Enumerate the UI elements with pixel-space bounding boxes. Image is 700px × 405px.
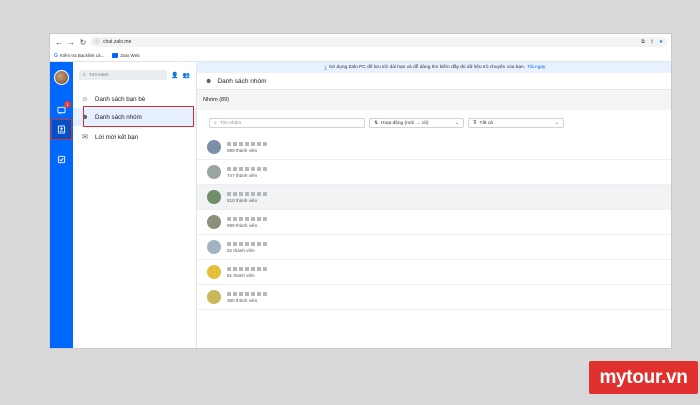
panel-search-row: ⌕ 👤 👥 bbox=[79, 70, 191, 80]
group-search-field[interactable]: ⌕ Tìm nhóm bbox=[209, 118, 365, 128]
table-row[interactable]: 81 thành viên bbox=[197, 260, 671, 285]
type-filter-dropdown[interactable]: ⊽ Tất cả ⌄ bbox=[468, 118, 564, 128]
blurred-group-name bbox=[227, 266, 267, 271]
banner-download-link[interactable]: Tải ngay bbox=[527, 65, 545, 70]
table-row[interactable]: 999 thành viên bbox=[197, 210, 671, 235]
group-search-placeholder: Tìm nhóm bbox=[219, 120, 242, 126]
blurred-group-name bbox=[227, 191, 267, 196]
search-icon: ⌕ bbox=[214, 121, 217, 126]
sort-dropdown[interactable]: ⇅ Hoạt động (mới → cũ) ⌄ bbox=[369, 118, 464, 128]
screenshot-frame: ← → ↻ ⓘ chat.zalo.me ⧉ ⇪ ★ G Kiểm tra Ba… bbox=[5, 5, 695, 400]
bookmarks-bar: G Kiểm tra Backlink cả... Zalo Web bbox=[50, 50, 671, 62]
menu-item-label: Danh sách bạn bè bbox=[95, 95, 146, 103]
filter-icon: ⊽ bbox=[473, 120, 477, 126]
blurred-group-name bbox=[227, 141, 267, 146]
filter-bar: ⌕ Tìm nhóm ⇅ Hoạt động (mới → cũ) ⌄ ⊽ Tấ… bbox=[209, 118, 564, 128]
reload-icon[interactable]: ↻ bbox=[78, 36, 88, 48]
group-row-text: 510 thành viên bbox=[227, 191, 267, 203]
avatar[interactable] bbox=[54, 70, 69, 85]
search-icon: ⌕ bbox=[83, 72, 86, 78]
main-header: ☻ Danh sách nhóm bbox=[197, 73, 671, 90]
address-bar[interactable]: ⓘ chat.zalo.me ⧉ ⇪ ★ bbox=[90, 37, 668, 47]
messages-icon[interactable]: 1 bbox=[56, 101, 71, 116]
groups-highlight-box bbox=[83, 106, 194, 127]
bookmark-label: Zalo Web bbox=[120, 53, 140, 58]
unread-badge: 1 bbox=[64, 101, 71, 108]
install-icon[interactable]: ⧉ bbox=[640, 39, 646, 45]
address-url: chat.zalo.me bbox=[103, 39, 132, 45]
forward-arrow-icon[interactable]: → bbox=[66, 36, 76, 48]
chevron-down-icon: ⌄ bbox=[554, 120, 559, 126]
table-row[interactable]: 999 thành viên bbox=[197, 135, 671, 160]
group-member-count: 999 thành viên bbox=[227, 147, 258, 153]
add-friend-icon[interactable]: 👤 bbox=[171, 72, 178, 79]
google-icon: G bbox=[54, 52, 58, 59]
group-row-text: 52 thành viên bbox=[227, 241, 267, 253]
group-avatar bbox=[207, 240, 221, 254]
back-arrow-icon[interactable]: ← bbox=[54, 36, 64, 48]
type-filter-value: Tất cả bbox=[479, 120, 493, 126]
create-group-icon[interactable]: 👥 bbox=[182, 72, 189, 79]
group-avatar bbox=[207, 290, 221, 304]
menu-item-invites[interactable]: ✉ Lời mời kết bạn bbox=[73, 128, 196, 146]
group-avatar bbox=[207, 265, 221, 279]
table-row[interactable]: 380 thành viên bbox=[197, 285, 671, 310]
nav-rail: 1 bbox=[50, 62, 73, 348]
blurred-group-name bbox=[227, 241, 267, 246]
site-info-icon[interactable]: ⓘ bbox=[94, 39, 100, 45]
group-avatar bbox=[207, 165, 221, 179]
watermark-logo: mytour.vn bbox=[589, 361, 698, 394]
share-icon[interactable]: ⇪ bbox=[649, 39, 655, 45]
groups-icon: ☻ bbox=[205, 77, 213, 85]
search-input[interactable] bbox=[88, 72, 159, 78]
envelope-icon: ✉ bbox=[82, 134, 88, 141]
group-list-view: ☻ Danh sách nhóm Nhóm (89) ⌕ Tìm nhóm ⇅ … bbox=[197, 73, 671, 348]
bookmark-star-icon[interactable]: ★ bbox=[658, 39, 664, 45]
bookmark-backlink[interactable]: G Kiểm tra Backlink cả... bbox=[54, 53, 104, 59]
download-icon: ⤓ bbox=[324, 64, 327, 71]
group-count: Nhóm (89) bbox=[203, 97, 229, 103]
bookmark-zalo-web[interactable]: Zalo Web bbox=[112, 53, 140, 58]
table-row[interactable]: 747 thành viên bbox=[197, 160, 671, 185]
sort-icon: ⇅ bbox=[374, 120, 379, 126]
contacts-panel: ⌕ 👤 👥 ☺ Danh sách bạn bè ☻ Danh sách nhó… bbox=[73, 62, 197, 348]
group-member-count: 81 thành viên bbox=[227, 272, 255, 278]
address-bar-actions: ⧉ ⇪ ★ bbox=[640, 39, 668, 45]
bookmark-label: Kiểm tra Backlink cả... bbox=[59, 53, 105, 58]
download-banner: ⤓ Sử dụng Zalo PC để lưu trữ dài hạn và … bbox=[197, 62, 671, 73]
group-row-text: 999 thành viên bbox=[227, 216, 267, 228]
todo-icon[interactable] bbox=[56, 154, 67, 165]
table-row[interactable]: 52 thành viên bbox=[197, 235, 671, 260]
group-member-count: 510 thành viên bbox=[227, 197, 258, 203]
group-list: ⌕ Tìm nhóm ⇅ Hoạt động (mới → cũ) ⌄ ⊽ Tấ… bbox=[197, 110, 671, 348]
blurred-group-name bbox=[227, 166, 267, 171]
group-member-count: 999 thành viên bbox=[227, 222, 258, 228]
group-avatar bbox=[207, 190, 221, 204]
contacts-icon[interactable] bbox=[56, 124, 67, 135]
group-avatar bbox=[207, 215, 221, 229]
zalo-app: 1 ⌕ 👤 👥 bbox=[50, 62, 671, 348]
group-member-count: 52 thành viên bbox=[227, 247, 255, 253]
friends-icon: ☺ bbox=[81, 95, 89, 103]
table-row[interactable]: 510 thành viên bbox=[197, 185, 671, 210]
browser-toolbar: ← → ↻ ⓘ chat.zalo.me ⧉ ⇪ ★ bbox=[50, 34, 671, 50]
search-field[interactable]: ⌕ bbox=[79, 70, 167, 80]
group-row-text: 999 thành viên bbox=[227, 141, 267, 153]
group-member-count: 380 thành viên bbox=[227, 297, 258, 303]
chevron-down-icon: ⌄ bbox=[454, 120, 459, 126]
banner-text: Sử dụng Zalo PC để lưu trữ dài hạn và dễ… bbox=[328, 65, 526, 70]
blurred-group-name bbox=[227, 216, 267, 221]
group-row-text: 380 thành viên bbox=[227, 291, 267, 303]
page-title: Danh sách nhóm bbox=[217, 77, 267, 85]
group-member-count: 747 thành viên bbox=[227, 172, 258, 178]
zalo-icon bbox=[112, 53, 119, 58]
group-row-text: 81 thành viên bbox=[227, 266, 267, 278]
group-row-text: 747 thành viên bbox=[227, 166, 267, 178]
blurred-group-name bbox=[227, 291, 267, 296]
browser-window: ← → ↻ ⓘ chat.zalo.me ⧉ ⇪ ★ G Kiểm tra Ba… bbox=[49, 33, 672, 349]
sort-value: Hoạt động (mới → cũ) bbox=[381, 120, 429, 126]
menu-item-label: Lời mời kết bạn bbox=[95, 133, 139, 141]
group-avatar bbox=[207, 140, 221, 154]
